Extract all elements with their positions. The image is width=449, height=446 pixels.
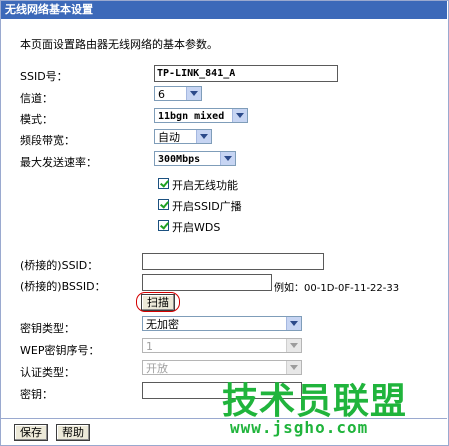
help-button[interactable]: 帮助 (56, 424, 90, 441)
wep-index-value: 1 (146, 340, 153, 353)
enable-ssid-broadcast-checkbox[interactable] (158, 199, 169, 210)
wep-index-select[interactable]: 1 (142, 338, 302, 353)
enable-ssid-broadcast-label: 开启SSID广播 (172, 200, 242, 213)
enable-wds-checkbox[interactable] (158, 220, 169, 231)
key-label: 密钥： (20, 388, 53, 401)
max-rate-label: 最大发送速率： (20, 156, 97, 169)
chevron-down-icon[interactable] (196, 130, 211, 143)
intro-text: 本页面设置路由器无线网络的基本参数。 (20, 38, 218, 51)
bssid-example: 例如：00-1D-0F-11-22-33 (274, 283, 400, 294)
ssid-input[interactable]: TP-LINK_841_A (154, 65, 338, 82)
key-type-select[interactable]: 无加密 (142, 316, 302, 331)
chevron-down-icon[interactable] (286, 317, 301, 330)
max-rate-select[interactable]: 300Mbps (154, 151, 236, 166)
mode-select[interactable]: 11bgn mixed (154, 108, 248, 123)
save-button[interactable]: 保存 (14, 424, 48, 441)
enable-wireless-label: 开启无线功能 (172, 179, 238, 192)
channel-label: 信道： (20, 92, 53, 105)
bridge-ssid-label: (桥接的)SSID： (20, 259, 99, 272)
window-title-bar: 无线网络基本设置 (1, 1, 447, 19)
bridge-bssid-label: (桥接的)BSSID： (20, 280, 106, 293)
chevron-down-icon[interactable] (220, 152, 235, 165)
bandwidth-value: 自动 (158, 131, 180, 144)
window-title: 无线网络基本设置 (5, 3, 93, 16)
channel-select[interactable]: 6 (154, 86, 202, 101)
max-rate-value: 300Mbps (158, 154, 201, 165)
bridge-ssid-input[interactable] (142, 253, 324, 270)
watermark-url: www.jsgho.com (230, 418, 369, 437)
mode-label: 模式： (20, 113, 53, 126)
chevron-down-icon[interactable] (286, 339, 301, 352)
watermark-logo: 技术员联盟 (222, 381, 408, 422)
enable-wireless-checkbox[interactable] (158, 178, 169, 189)
auth-type-value: 开放 (146, 362, 168, 375)
mode-value: 11bgn mixed (158, 111, 225, 122)
bandwidth-select[interactable]: 自动 (154, 129, 212, 144)
key-type-value: 无加密 (146, 318, 179, 331)
bandwidth-label: 频段带宽： (20, 134, 75, 147)
channel-value: 6 (158, 88, 165, 101)
chevron-down-icon[interactable] (186, 87, 201, 100)
highlight-ring (136, 292, 180, 312)
chevron-down-icon[interactable] (232, 109, 247, 122)
enable-wds-label: 开启WDS (172, 221, 221, 234)
ssid-label: SSID号： (20, 70, 68, 83)
key-type-label: 密钥类型： (20, 322, 75, 335)
bridge-bssid-input[interactable] (142, 274, 272, 291)
auth-type-label: 认证类型： (20, 366, 75, 379)
wep-index-label: WEP密钥序号： (20, 344, 100, 357)
